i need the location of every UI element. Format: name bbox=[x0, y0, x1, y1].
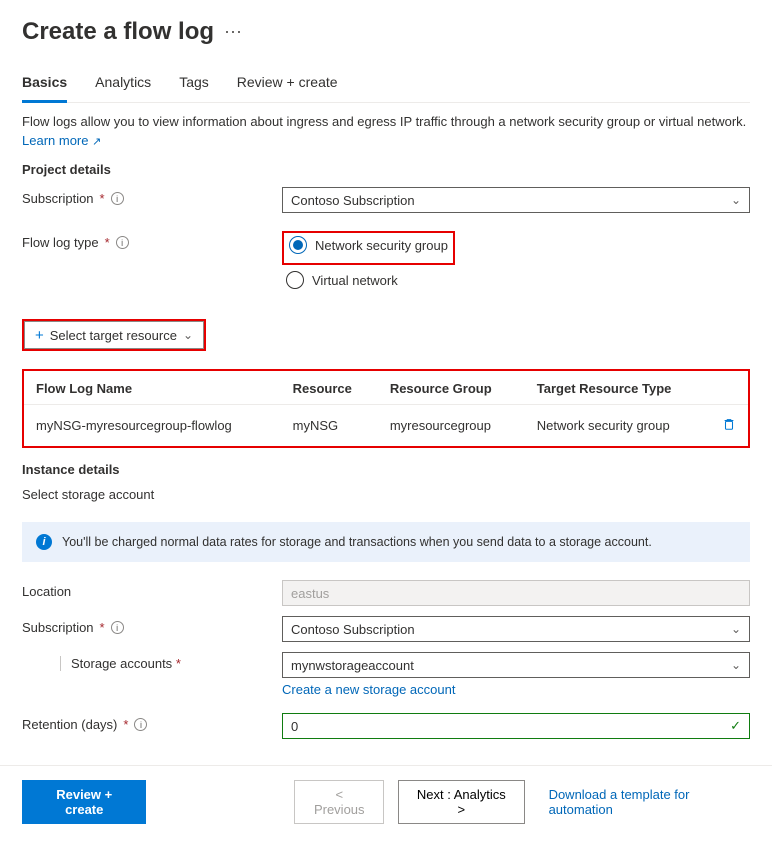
required-icon: * bbox=[176, 656, 181, 671]
tab-analytics[interactable]: Analytics bbox=[95, 74, 151, 102]
info-icon[interactable]: i bbox=[134, 718, 147, 731]
label-subscription2: Subscription bbox=[22, 620, 94, 635]
label-subscription: Subscription bbox=[22, 191, 94, 206]
review-create-button[interactable]: Review + create bbox=[22, 780, 146, 824]
label-storage-accounts: Storage accounts bbox=[71, 656, 172, 671]
chevron-down-icon: ⌄ bbox=[731, 193, 741, 207]
cell-resource: myNSG bbox=[281, 405, 378, 447]
previous-button: < Previous bbox=[294, 780, 384, 824]
cell-group: myresourcegroup bbox=[378, 405, 525, 447]
info-icon[interactable]: i bbox=[116, 236, 129, 249]
radio-icon bbox=[289, 236, 307, 254]
plus-icon: + bbox=[35, 327, 44, 344]
radio-nsg[interactable]: Network security group bbox=[285, 234, 452, 256]
target-resources-table: Flow Log Name Resource Resource Group Ta… bbox=[24, 371, 748, 446]
col-flow-log-name: Flow Log Name bbox=[24, 371, 281, 405]
required-icon: * bbox=[100, 191, 105, 206]
learn-more-link[interactable]: Learn more ↗ bbox=[22, 133, 101, 148]
subscription2-value: Contoso Subscription bbox=[291, 622, 415, 637]
chevron-down-icon: ⌄ bbox=[731, 658, 741, 672]
col-resource: Resource bbox=[281, 371, 378, 405]
radio-vnet[interactable]: Virtual network bbox=[282, 269, 750, 291]
radio-icon bbox=[286, 271, 304, 289]
page-title: Create a flow log bbox=[22, 18, 214, 46]
radio-vnet-label: Virtual network bbox=[312, 273, 398, 288]
tab-bar: Basics Analytics Tags Review + create bbox=[22, 74, 750, 103]
info-icon[interactable]: i bbox=[111, 192, 124, 205]
location-field: eastus bbox=[282, 580, 750, 606]
label-flow-log-type: Flow log type bbox=[22, 235, 99, 250]
learn-more-label: Learn more bbox=[22, 133, 88, 148]
required-icon: * bbox=[123, 717, 128, 732]
select-target-label: Select target resource bbox=[50, 328, 177, 343]
label-retention: Retention (days) bbox=[22, 717, 117, 732]
section-project-details: Project details bbox=[22, 162, 750, 177]
retention-input[interactable]: 0 ✓ bbox=[282, 713, 750, 739]
footer: Review + create < Previous Next : Analyt… bbox=[0, 766, 772, 838]
tab-review-create[interactable]: Review + create bbox=[237, 74, 338, 102]
download-template-link[interactable]: Download a template for automation bbox=[549, 787, 750, 817]
more-icon[interactable]: ⋯ bbox=[224, 22, 243, 43]
select-target-resource-button[interactable]: + Select target resource ⌄ bbox=[24, 321, 204, 349]
retention-value: 0 bbox=[291, 719, 298, 734]
storage-account-select[interactable]: mynwstorageaccount ⌄ bbox=[282, 652, 750, 678]
intro-text: Flow logs allow you to view information … bbox=[22, 113, 750, 131]
create-storage-link[interactable]: Create a new storage account bbox=[282, 682, 455, 697]
col-resource-group: Resource Group bbox=[378, 371, 525, 405]
info-text: You'll be charged normal data rates for … bbox=[62, 535, 652, 549]
tab-basics[interactable]: Basics bbox=[22, 74, 67, 103]
chevron-down-icon: ⌄ bbox=[731, 622, 741, 636]
required-icon: * bbox=[100, 620, 105, 635]
next-button[interactable]: Next : Analytics > bbox=[398, 780, 525, 824]
info-icon: i bbox=[36, 534, 52, 550]
cell-name: myNSG-myresourcegroup-flowlog bbox=[24, 405, 281, 447]
label-location: Location bbox=[22, 584, 71, 599]
chevron-down-icon: ⌄ bbox=[183, 328, 193, 342]
storage-account-value: mynwstorageaccount bbox=[291, 658, 414, 673]
required-icon: * bbox=[105, 235, 110, 250]
external-link-icon: ↗ bbox=[92, 136, 101, 148]
checkmark-icon: ✓ bbox=[730, 718, 741, 734]
info-banner: i You'll be charged normal data rates fo… bbox=[22, 522, 750, 562]
delete-icon[interactable] bbox=[722, 419, 736, 434]
cell-type: Network security group bbox=[525, 405, 710, 447]
subscription-select[interactable]: Contoso Subscription ⌄ bbox=[282, 187, 750, 213]
subscription2-select[interactable]: Contoso Subscription ⌄ bbox=[282, 616, 750, 642]
location-value: eastus bbox=[291, 586, 329, 601]
subscription-value: Contoso Subscription bbox=[291, 193, 415, 208]
col-target-type: Target Resource Type bbox=[525, 371, 710, 405]
section-instance-details: Instance details bbox=[22, 462, 750, 477]
tab-tags[interactable]: Tags bbox=[179, 74, 209, 102]
radio-nsg-label: Network security group bbox=[315, 238, 448, 253]
label-select-storage: Select storage account bbox=[22, 487, 750, 502]
table-row: myNSG-myresourcegroup-flowlog myNSG myre… bbox=[24, 405, 748, 447]
info-icon[interactable]: i bbox=[111, 621, 124, 634]
header: Create a flow log ⋯ bbox=[22, 18, 750, 46]
